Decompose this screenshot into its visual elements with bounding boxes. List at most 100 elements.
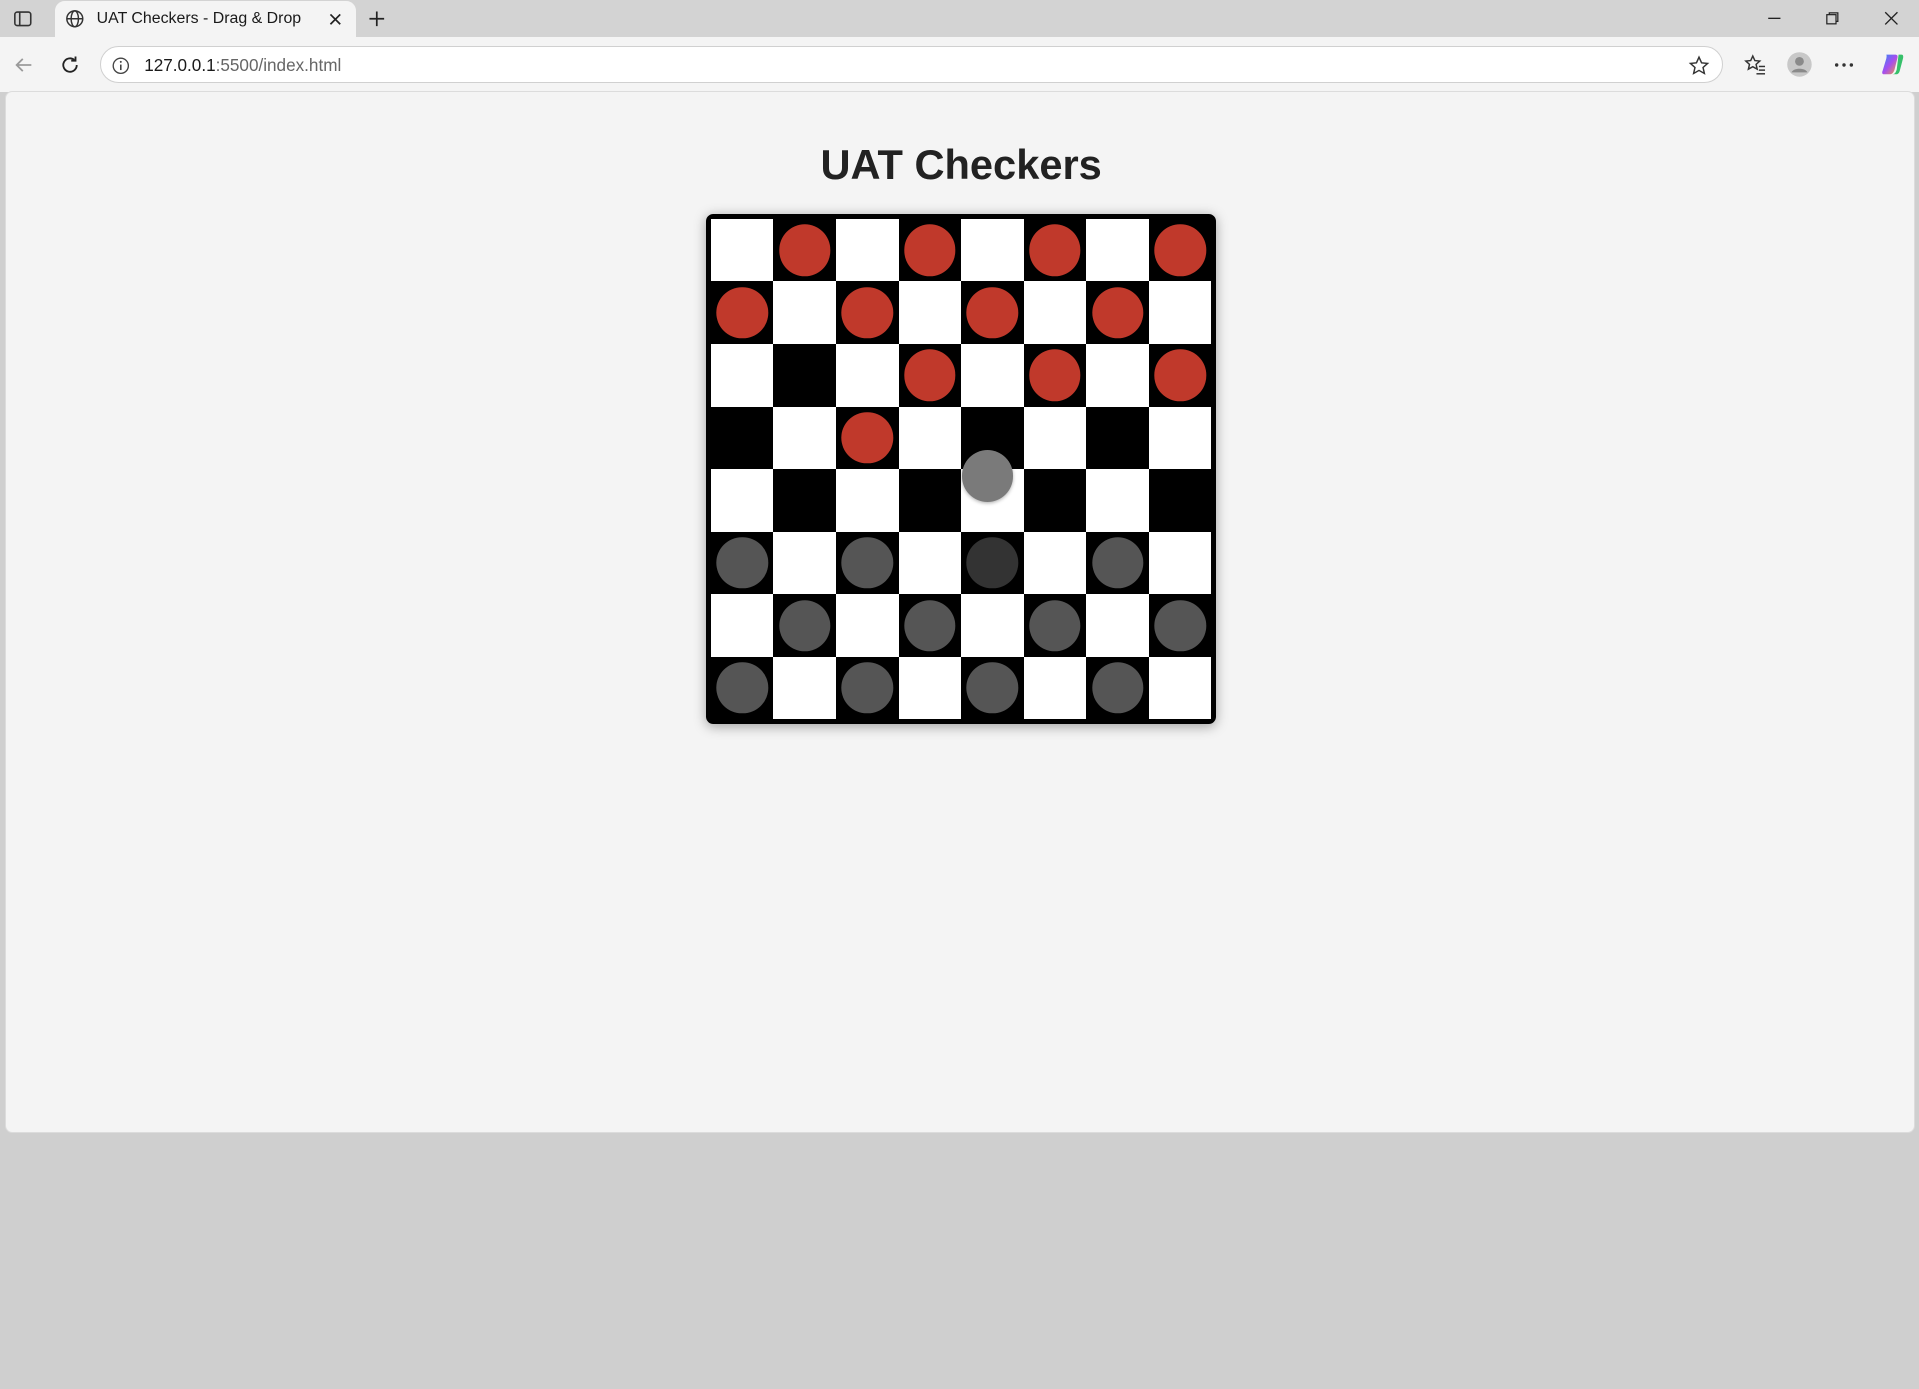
gray-piece[interactable] (904, 599, 956, 652)
board-square-4-1[interactable] (773, 469, 836, 532)
board-square-3-6[interactable] (1086, 406, 1149, 470)
address-bar[interactable]: 127.0.0.1:5500/index.html (100, 46, 1724, 84)
close-window-icon[interactable] (1879, 6, 1903, 30)
red-piece[interactable] (966, 286, 1019, 339)
minimize-icon[interactable] (1762, 6, 1786, 30)
reload-icon[interactable] (56, 51, 83, 78)
gray-piece-selected[interactable] (966, 537, 1019, 589)
board-square-1-1[interactable] (773, 281, 836, 344)
red-piece[interactable] (1154, 349, 1206, 401)
board-square-2-6[interactable] (1086, 343, 1149, 407)
board-square-6-1[interactable] (773, 594, 836, 657)
copilot-icon[interactable] (1879, 51, 1906, 78)
gray-piece[interactable] (1091, 662, 1144, 714)
board-square-0-7[interactable] (1148, 218, 1212, 282)
gray-piece[interactable] (1091, 537, 1144, 589)
board-square-1-5[interactable] (1023, 281, 1087, 344)
board-square-0-6[interactable] (1086, 218, 1149, 282)
board-square-6-4[interactable] (961, 594, 1024, 657)
board-square-3-7[interactable] (1148, 406, 1212, 470)
board-square-3-0[interactable] (710, 406, 774, 470)
board-square-7-1[interactable] (773, 656, 836, 720)
gray-piece[interactable] (1154, 599, 1206, 652)
sidebar-toggle-icon[interactable] (12, 7, 34, 29)
board-square-3-2[interactable] (835, 406, 899, 470)
red-piece[interactable] (841, 286, 893, 339)
board-square-7-4[interactable] (961, 656, 1024, 720)
red-piece[interactable] (1091, 286, 1144, 339)
profile-avatar-icon[interactable] (1786, 51, 1813, 78)
more-options-icon[interactable] (1831, 51, 1858, 78)
gray-piece[interactable] (1029, 599, 1081, 652)
board-square-5-5[interactable] (1023, 531, 1087, 595)
board-square-7-2[interactable] (835, 656, 899, 720)
board-square-1-3[interactable] (898, 281, 962, 344)
site-info-icon[interactable] (111, 56, 131, 76)
red-piece[interactable] (716, 286, 768, 339)
restore-icon[interactable] (1820, 6, 1844, 30)
favorite-star-icon[interactable] (1688, 55, 1710, 77)
board-square-6-3[interactable] (898, 594, 962, 657)
board-square-1-4[interactable] (961, 281, 1024, 344)
board-square-0-5[interactable] (1023, 218, 1087, 282)
board-square-7-5[interactable] (1023, 656, 1087, 720)
board-square-5-4[interactable] (961, 531, 1024, 595)
board-square-4-5[interactable] (1023, 469, 1087, 532)
board-square-6-7[interactable] (1148, 594, 1212, 657)
gray-piece[interactable] (841, 662, 893, 714)
board-square-0-3[interactable] (898, 218, 962, 282)
board-square-7-6[interactable] (1086, 656, 1149, 720)
board-square-0-2[interactable] (835, 218, 899, 282)
board-square-2-2[interactable] (835, 343, 899, 407)
checkers-board[interactable] (710, 218, 1212, 720)
board-square-0-1[interactable] (773, 218, 836, 282)
red-piece[interactable] (841, 412, 893, 464)
gray-piece[interactable] (841, 537, 893, 589)
board-square-4-6[interactable] (1086, 469, 1149, 532)
board-square-5-7[interactable] (1148, 531, 1212, 595)
board-square-5-6[interactable] (1086, 531, 1149, 595)
red-piece[interactable] (904, 349, 956, 401)
board-square-4-2[interactable] (835, 469, 899, 532)
red-piece[interactable] (1029, 224, 1081, 276)
new-tab-icon[interactable] (365, 6, 389, 30)
tab-close-icon[interactable] (327, 10, 344, 27)
dragging-piece-ghost[interactable] (961, 450, 1014, 502)
board-square-3-5[interactable] (1023, 406, 1087, 470)
red-piece[interactable] (1029, 349, 1081, 401)
red-piece[interactable] (1154, 224, 1206, 276)
board-square-4-3[interactable] (898, 469, 962, 532)
board-square-5-0[interactable] (710, 531, 774, 595)
red-piece[interactable] (904, 224, 956, 276)
board-square-5-1[interactable] (773, 531, 836, 595)
board-square-4-7[interactable] (1148, 469, 1212, 532)
board-square-1-0[interactable] (710, 281, 774, 344)
gray-piece[interactable] (716, 537, 768, 589)
board-square-1-7[interactable] (1148, 281, 1212, 344)
board-square-0-4[interactable] (961, 218, 1024, 282)
red-piece[interactable] (778, 224, 831, 276)
board-square-2-3[interactable] (898, 343, 962, 407)
gray-piece[interactable] (778, 599, 831, 652)
board-square-6-6[interactable] (1086, 594, 1149, 657)
board-square-6-0[interactable] (710, 594, 774, 657)
board-square-7-0[interactable] (710, 656, 774, 720)
board-square-3-1[interactable] (773, 406, 836, 470)
board-square-1-6[interactable] (1086, 281, 1149, 344)
board-square-7-7[interactable] (1148, 656, 1212, 720)
board-square-0-0[interactable] (710, 218, 774, 282)
board-square-1-2[interactable] (835, 281, 899, 344)
board-square-2-4[interactable] (961, 343, 1024, 407)
favorites-icon[interactable] (1742, 51, 1769, 78)
tab-active[interactable]: UAT Checkers - Drag & Drop (55, 1, 357, 37)
board-square-5-2[interactable] (835, 531, 899, 595)
gray-piece[interactable] (966, 662, 1019, 714)
board-square-7-3[interactable] (898, 656, 962, 720)
board-square-2-7[interactable] (1148, 343, 1212, 407)
board-square-4-0[interactable] (710, 469, 774, 532)
board-square-5-3[interactable] (898, 531, 962, 595)
board-square-2-0[interactable] (710, 343, 774, 407)
board-square-3-3[interactable] (898, 406, 962, 470)
board-square-2-5[interactable] (1023, 343, 1087, 407)
board-square-6-5[interactable] (1023, 594, 1087, 657)
